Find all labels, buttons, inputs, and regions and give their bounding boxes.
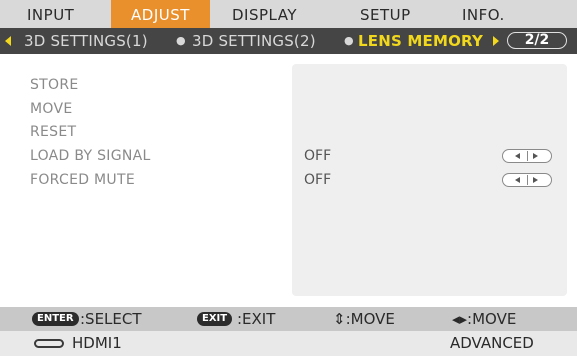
- picture-mode: ADVANCED: [450, 334, 534, 352]
- left-arrow-icon: [515, 153, 520, 159]
- exit-key-icon: EXIT: [197, 312, 233, 326]
- help-exit: :EXIT: [237, 310, 276, 328]
- subtab-lens-memory[interactable]: LENS MEMORY: [358, 28, 483, 54]
- left-arrow-icon: [515, 177, 520, 183]
- scroll-left-icon[interactable]: [5, 36, 11, 46]
- menu-item-reset[interactable]: RESET: [30, 122, 76, 142]
- tab-adjust[interactable]: ADJUST: [111, 0, 210, 28]
- menu-tab-bar: INPUT ADJUST DISPLAY SETUP INFO.: [0, 0, 577, 28]
- tab-setup[interactable]: SETUP: [360, 0, 411, 28]
- menu-item-load-by-signal[interactable]: LOAD BY SIGNAL: [30, 146, 151, 166]
- menu-content: STORE MOVE RESET LOAD BY SIGNAL OFF FORC…: [0, 54, 577, 307]
- input-source: HDMI1: [72, 334, 122, 352]
- separator-dot-icon: ●: [176, 34, 186, 47]
- tab-input[interactable]: INPUT: [27, 0, 74, 28]
- separator-dot-icon: ●: [344, 34, 354, 47]
- help-move-leftright: ◂▸:MOVE: [452, 310, 517, 328]
- subtab-3d-settings-2[interactable]: 3D SETTINGS(2): [192, 28, 316, 54]
- scroll-right-icon[interactable]: [493, 36, 499, 46]
- page-indicator: 2/2: [507, 32, 567, 49]
- load-by-signal-value: OFF: [304, 148, 332, 164]
- tab-info[interactable]: INFO.: [462, 0, 505, 28]
- tab-display[interactable]: DISPLAY: [232, 0, 297, 28]
- menu-item-forced-mute[interactable]: FORCED MUTE: [30, 170, 135, 190]
- hdmi-connector-icon: [34, 339, 64, 348]
- load-by-signal-selector[interactable]: [502, 149, 552, 163]
- enter-key-icon: ENTER: [32, 312, 79, 326]
- right-arrow-icon: [533, 177, 538, 183]
- help-select: :SELECT: [80, 310, 142, 328]
- subtab-bar: 3D SETTINGS(1) ● 3D SETTINGS(2) ● LENS M…: [0, 28, 577, 54]
- help-bar: ENTER :SELECT EXIT :EXIT ⇕:MOVE ◂▸:MOVE: [0, 307, 577, 331]
- menu-item-store[interactable]: STORE: [30, 75, 79, 95]
- divider: [527, 175, 528, 185]
- help-move-updown: ⇕:MOVE: [333, 310, 395, 328]
- right-arrow-icon: [533, 153, 538, 159]
- menu-item-move[interactable]: MOVE: [30, 99, 72, 119]
- subtab-3d-settings-1[interactable]: 3D SETTINGS(1): [24, 28, 148, 54]
- forced-mute-selector[interactable]: [502, 173, 552, 187]
- forced-mute-value: OFF: [304, 172, 332, 188]
- divider: [527, 151, 528, 161]
- status-bar: HDMI1 ADVANCED: [0, 331, 577, 356]
